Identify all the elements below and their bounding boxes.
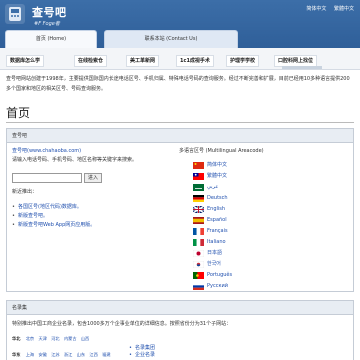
spain-flag-icon <box>193 217 204 224</box>
language-list: 简体中文 繁體中文 عربي Deutsch English Español F… <box>179 160 349 292</box>
region-label: 华东 <box>12 352 21 357</box>
site-subtitle: #F Foge者 <box>34 21 60 27</box>
category-item[interactable]: 数据库怎么学 <box>6 55 45 67</box>
category-item[interactable]: 护理学学校 <box>226 55 260 67</box>
directory-panel: 名录集 特别推出中国工商企业名录，包含1000多万个企事业单位的详细信息。按照省… <box>6 300 354 360</box>
language-label[interactable]: English <box>207 205 225 213</box>
site-url-link[interactable]: 查号吧(www.chahaoba.com) <box>12 147 177 156</box>
region-row-north: 华北 北京 天津 河北 内蒙古 山西 <box>12 336 92 342</box>
category-item[interactable]: 1c1成视手术 <box>176 55 214 67</box>
search-button[interactable]: 进入 <box>84 173 102 183</box>
logo-icon[interactable] <box>4 3 26 25</box>
language-label[interactable]: Deutsch <box>207 194 228 202</box>
language-label[interactable]: Русский <box>207 282 228 290</box>
language-switcher: 简体中文 繁體中文 <box>300 5 354 12</box>
search-input[interactable] <box>12 173 82 183</box>
language-column: 多语言区号 (Multilingual Areacode) 简体中文 繁體中文 … <box>179 147 349 292</box>
region-link[interactable]: 天津 <box>38 336 46 341</box>
page-title: 首页 <box>6 106 31 120</box>
main-nav: 首页 (Home) 联系本站 (Contact Us) <box>0 28 360 48</box>
language-label[interactable]: Español <box>207 216 227 224</box>
lang-link-traditional[interactable]: 繁體中文 <box>334 6 354 12</box>
portugal-flag-icon <box>193 272 204 279</box>
language-label[interactable]: 简体中文 <box>207 161 227 169</box>
languages-title: 多语言区号 (Multilingual Areacode) <box>179 148 264 154</box>
language-label[interactable]: Italiano <box>207 238 226 246</box>
list-item[interactable]: 新版查号吧。 <box>12 212 177 221</box>
recommend-title: 新近推出： <box>12 189 38 195</box>
uk-flag-icon <box>193 206 204 213</box>
language-item[interactable]: Português <box>193 270 349 281</box>
lang-link-simplified[interactable]: 简体中文 <box>306 6 326 12</box>
language-label[interactable]: 한국어 <box>207 260 221 268</box>
russia-flag-icon <box>193 283 204 290</box>
recommend-list: 各国区号(地区代码)数据库。 新版查号吧。 新版查号吧Web App网页应用版。 <box>12 203 177 230</box>
list-item[interactable]: 名录集团 <box>129 345 155 352</box>
region-link[interactable]: 河北 <box>51 336 59 341</box>
search-column: 查号吧(www.chahaoba.com) 请输入电话号码、手机号码、地区名称等… <box>12 147 177 230</box>
directory-description: 特别推出中国工商企业名录，包含1000多万个企事业单位的详细信息。按照省份分为3… <box>12 321 232 327</box>
region-link[interactable]: 山西 <box>81 336 89 341</box>
region-links: 上海 安徽 江苏 浙江 山东 江西 福建 <box>26 352 114 357</box>
region-link[interactable]: 上海 <box>26 352 34 357</box>
search-box-panel: 查号吧 查号吧(www.chahaoba.com) 请输入电话号码、手机号码、地… <box>6 128 354 292</box>
category-scrollbar[interactable] <box>282 66 322 69</box>
language-item[interactable]: Español <box>193 215 349 226</box>
language-label[interactable]: 日本語 <box>207 249 222 257</box>
language-label[interactable]: Français <box>207 227 228 235</box>
germany-flag-icon <box>193 195 204 202</box>
france-flag-icon <box>193 228 204 235</box>
region-link[interactable]: 江苏 <box>51 352 59 357</box>
category-item[interactable]: 在线检索仓 <box>74 55 108 67</box>
region-link[interactable]: 内蒙古 <box>64 336 77 341</box>
region-link[interactable]: 安徽 <box>38 352 46 357</box>
region-link[interactable]: 浙江 <box>64 352 72 357</box>
site-title[interactable]: 查号吧 <box>32 4 67 20</box>
korea-flag-icon <box>193 261 204 268</box>
language-item[interactable]: 繁體中文 <box>193 171 349 182</box>
region-link[interactable]: 江西 <box>89 352 97 357</box>
region-label: 华北 <box>12 336 21 341</box>
language-item[interactable]: عربي <box>193 182 349 193</box>
language-item[interactable]: English <box>193 204 349 215</box>
china-flag-icon <box>193 162 204 169</box>
taiwan-flag-icon <box>193 173 204 180</box>
japan-flag-icon <box>193 250 204 257</box>
title-divider <box>6 122 354 123</box>
region-link[interactable]: 福建 <box>102 352 110 357</box>
language-item[interactable]: Italiano <box>193 237 349 248</box>
language-item[interactable]: 日本語 <box>193 248 349 259</box>
panel-header: 名录集 <box>7 301 353 315</box>
language-label[interactable]: Português <box>207 271 232 279</box>
nav-home-tab[interactable]: 首页 (Home) <box>5 30 97 48</box>
directory-mini-list: 名录集团 企业名录 <box>129 345 155 359</box>
region-links: 北京 天津 河北 内蒙古 山西 <box>26 336 93 341</box>
language-item[interactable]: Deutsch <box>193 193 349 204</box>
list-item[interactable]: 企业名录 <box>129 352 155 359</box>
site-header: 查号吧 #F Foge者 简体中文 繁體中文 首页 (Home) 联系本站 (C… <box>0 0 360 48</box>
region-row-east: 华东 上海 安徽 江苏 浙江 山东 江西 福建 <box>12 352 114 358</box>
panel-header: 查号吧 <box>7 129 353 143</box>
list-item[interactable]: 新版查号吧Web App网页应用版。 <box>12 221 177 230</box>
language-item[interactable]: Русский <box>193 281 349 292</box>
search-prompt: 请输入电话号码、手机号码、地区名称等关键字来搜索。 <box>12 157 138 163</box>
language-item[interactable]: Français <box>193 226 349 237</box>
list-item[interactable]: 各国区号(地区代码)数据库。 <box>12 203 177 212</box>
language-label[interactable]: عربي <box>207 183 218 191</box>
saudi-flag-icon <box>193 184 204 191</box>
region-link[interactable]: 北京 <box>26 336 34 341</box>
nav-contact-tab[interactable]: 联系本站 (Contact Us) <box>104 30 238 48</box>
italy-flag-icon <box>193 239 204 246</box>
category-item[interactable]: 美工革新网 <box>126 55 160 67</box>
intro-text: 查号吧网站创建于1998年，主要提供国际国内长途电话区号、手机归属、特殊电话号码… <box>6 76 350 92</box>
region-link[interactable]: 山东 <box>77 352 85 357</box>
language-item[interactable]: 简体中文 <box>193 160 349 171</box>
language-label[interactable]: 繁體中文 <box>207 172 227 180</box>
category-bar: 数据库怎么学 在线检索仓 美工革新网 1c1成视手术 护理学学校 口腔科网上找位 <box>0 48 360 70</box>
search-row: 进入 <box>12 173 177 185</box>
language-item[interactable]: 한국어 <box>193 259 349 270</box>
